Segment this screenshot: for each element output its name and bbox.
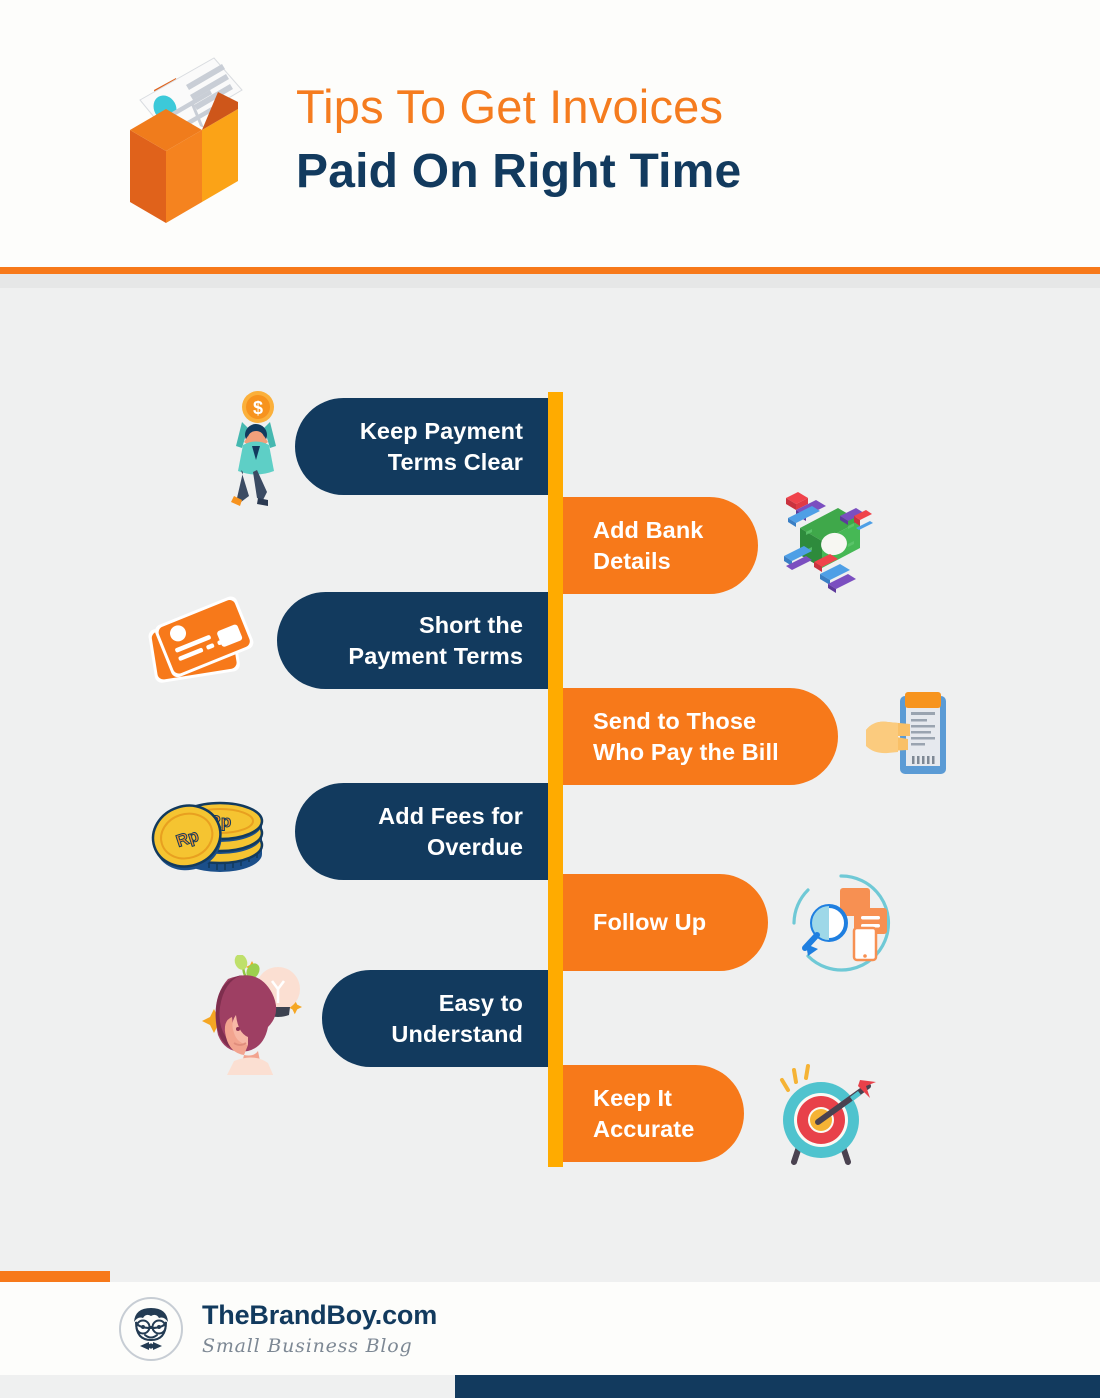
brand-text: TheBrandBoy.com Small Business Blog: [202, 1300, 438, 1357]
bottom-strip-navy-segment: [455, 1375, 1100, 1398]
stacked-gold-coins-icon: Rp Rp: [145, 782, 270, 877]
clipboard-invoice-with-hand-icon: [852, 678, 952, 783]
brand-tagline: Small Business Blog: [202, 1334, 413, 1357]
tip-pill-8[interactable]: Keep It Accurate: [558, 1065, 744, 1162]
tip-7-line-1: Easy to: [438, 990, 523, 1017]
tip-pill-2-label: Add Bank Details: [593, 515, 703, 575]
tip-3-line-1: Short the: [418, 612, 523, 639]
page-title: Tips To Get Invoices Paid On Right Time: [296, 38, 741, 203]
header-divider-rule: [0, 267, 1100, 274]
panel-bottom-accent-bar: [0, 1271, 110, 1282]
tip-1-line-2: Terms Clear: [387, 448, 523, 475]
person-holding-dollar-coin-icon: $: [212, 388, 302, 508]
header-content: Tips To Get Invoices Paid On Right Time: [118, 38, 741, 238]
woman-head-with-lightbulb-idea-icon: [198, 955, 308, 1075]
tip-pill-6-label: Follow Up: [593, 907, 706, 937]
brand-name: TheBrandBoy.com: [202, 1300, 438, 1331]
tip-8-line-2: Accurate: [593, 1115, 695, 1142]
footer: TheBrandBoy.com Small Business Blog: [0, 1282, 1100, 1375]
tip-pill-4-label: Send to Those Who Pay the Bill: [593, 706, 779, 766]
tip-pill-3[interactable]: Short the Payment Terms: [277, 592, 553, 689]
tip-pill-5[interactable]: Add Fees for Overdue: [295, 783, 553, 880]
tip-7-line-2: Understand: [391, 1020, 523, 1047]
tip-pill-8-label: Keep It Accurate: [593, 1083, 694, 1143]
tip-pill-2[interactable]: Add Bank Details: [558, 497, 758, 594]
tip-pill-1[interactable]: Keep Payment Terms Clear: [295, 398, 553, 495]
tip-1-line-1: Keep Payment: [359, 418, 523, 445]
vertical-timeline-spine: [548, 392, 563, 1167]
tip-pill-7[interactable]: Easy to Understand: [322, 970, 553, 1067]
tip-6-line-1: Follow Up: [593, 909, 707, 936]
tip-pill-6[interactable]: Follow Up: [558, 874, 768, 971]
magnifier-documents-refresh-icon: [788, 870, 894, 976]
tip-4-line-2: Who Pay the Bill: [593, 738, 779, 765]
tip-pill-4[interactable]: Send to Those Who Pay the Bill: [558, 688, 838, 785]
title-line-2: Paid On Right Time: [296, 145, 742, 199]
title-line-1: Tips To Get Invoices: [296, 80, 724, 133]
panel-top-shade: [0, 274, 1100, 288]
tip-5-line-2: Overdue: [426, 833, 523, 860]
credit-cards-icon: [140, 592, 265, 692]
boy-face-with-glasses-and-bowtie-icon: [118, 1296, 184, 1362]
brand-block[interactable]: TheBrandBoy.com Small Business Blog: [118, 1296, 437, 1362]
banknote-with-cards-icon: [768, 480, 873, 595]
bottom-strip: [0, 1375, 1100, 1398]
open-envelope-with-document-icon: [118, 38, 268, 238]
svg-text:$: $: [253, 398, 263, 418]
tip-pill-1-label: Keep Payment Terms Clear: [360, 416, 523, 476]
tip-8-line-1: Keep It: [593, 1085, 673, 1112]
tip-pill-7-label: Easy to Understand: [391, 988, 523, 1048]
tip-2-line-1: Add Bank: [593, 517, 704, 544]
header: Tips To Get Invoices Paid On Right Time: [0, 0, 1100, 267]
tip-2-line-2: Details: [593, 547, 671, 574]
tip-3-line-2: Payment Terms: [348, 642, 523, 669]
tip-5-line-1: Add Fees for: [378, 803, 523, 830]
target-with-arrow-icon: [768, 1062, 878, 1168]
tip-pill-5-label: Add Fees for Overdue: [378, 801, 523, 861]
tip-4-line-1: Send to Those: [593, 708, 757, 735]
tip-pill-3-label: Short the Payment Terms: [348, 610, 523, 670]
